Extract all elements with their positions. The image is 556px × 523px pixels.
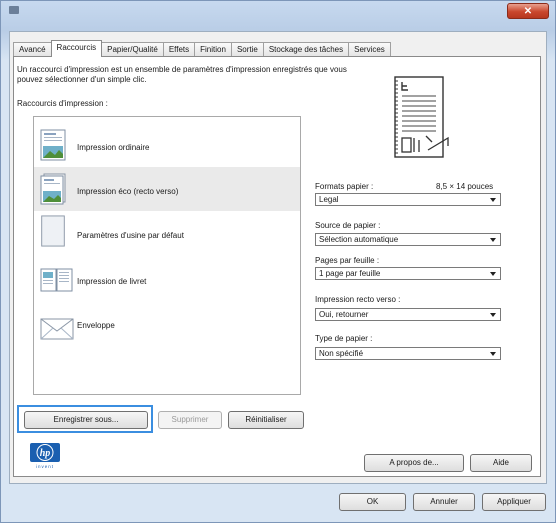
chevron-down-icon [490,352,496,356]
blank-page-icon [41,215,65,247]
reset-button[interactable]: Réinitialiser [228,411,304,429]
pages-per-sheet-label: Pages par feuille : [315,256,380,265]
tab-services[interactable]: Services [348,42,391,57]
paper-type-value: Non spécifié [319,349,364,358]
about-button[interactable]: A propos de... [364,454,464,472]
chevron-down-icon [490,238,496,242]
duplex-document-icon [40,173,66,205]
duplex-label: Impression recto verso : [315,295,401,304]
list-item[interactable]: Impression ordinaire [34,123,300,167]
paper-source-select[interactable]: Sélection automatique [315,233,501,246]
envelope-icon [40,318,74,340]
chevron-down-icon [490,198,496,202]
paper-size-select[interactable]: Legal [315,193,501,206]
pages-per-sheet-select[interactable]: 1 page par feuille [315,267,501,280]
tab-sortie[interactable]: Sortie [230,42,264,57]
document-page-icon [40,129,66,161]
help-button[interactable]: Aide [470,454,532,472]
paper-type-label: Type de papier : [315,334,373,343]
ok-button[interactable]: OK [339,493,406,511]
chevron-down-icon [490,272,496,276]
paper-source-value: Sélection automatique [319,235,399,244]
duplex-select[interactable]: Oui, retourner [315,308,501,321]
chevron-down-icon [490,313,496,317]
tab-raccourcis[interactable]: Raccourcis [50,40,103,57]
pages-per-sheet-value: 1 page par feuille [319,269,381,278]
hp-logo: hp invent [30,443,60,469]
shortcut-label: Impression ordinaire [77,143,150,152]
shortcuts-list: Impression ordinaire Impression éco (rec… [33,116,301,395]
delete-button[interactable]: Supprimer [158,411,222,429]
tab-stockage[interactable]: Stockage des tâches [262,42,350,57]
booklet-icon [40,268,73,292]
title-bar: ✕ [1,1,555,21]
shortcuts-description: Un raccourci d'impression est un ensembl… [17,65,347,84]
duplex-value: Oui, retourner [319,310,369,319]
hp-logo-text: hp [40,448,51,459]
hp-logo-tagline: invent [36,464,54,469]
list-item[interactable]: Paramètres d'usine par défaut [34,211,300,255]
shortcut-label: Enveloppe [77,321,115,330]
paper-size-dimensions: 8,5 × 14 pouces [436,182,494,191]
paper-source-label: Source de papier : [315,221,381,230]
shortcut-label: Paramètres d'usine par défaut [77,231,184,240]
shortcut-label: Impression de livret [77,277,147,286]
tab-finition[interactable]: Finition [194,42,232,57]
shortcut-label: Impression éco (recto verso) [77,187,179,196]
save-as-button[interactable]: Enregistrer sous... [24,411,148,429]
list-item[interactable]: Impression éco (recto verso) [34,167,300,211]
list-item[interactable]: Impression de livret [34,259,300,303]
printer-icon [9,6,19,14]
close-button[interactable]: ✕ [507,3,549,19]
list-item[interactable]: Enveloppe [34,303,300,347]
paper-size-value: Legal [319,195,339,204]
apply-button[interactable]: Appliquer [482,493,546,511]
cancel-button[interactable]: Annuler [413,493,475,511]
shortcuts-label: Raccourcis d'impression : [17,99,108,108]
tab-effets[interactable]: Effets [162,42,196,57]
paper-size-label: Formats papier : [315,182,374,191]
tab-papier-qualite[interactable]: Papier/Qualité [101,42,164,57]
tab-strip: Avancé Raccourcis Papier/Qualité Effets … [13,40,391,57]
tab-avance[interactable]: Avancé [13,42,52,57]
document-preview-icon [394,76,449,158]
paper-type-select[interactable]: Non spécifié [315,347,501,360]
